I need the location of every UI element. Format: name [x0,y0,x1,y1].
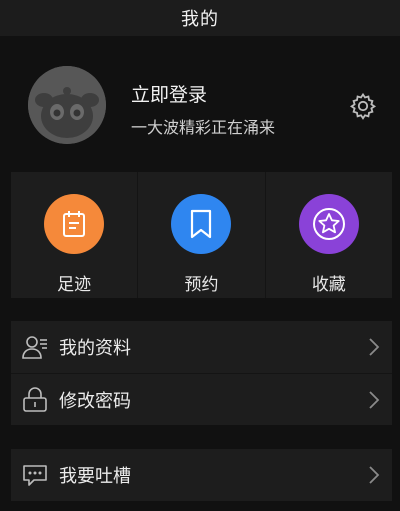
shortcut-reservation[interactable]: 预约 [137,172,264,298]
shortcut-label: 收藏 [311,275,346,295]
account-menu: 我的资料 修改密码 [11,321,392,425]
chevron-right-icon [369,466,380,484]
robot-avatar-icon [28,66,106,144]
avatar[interactable] [28,66,106,144]
menu-item-profile-info[interactable]: 我的资料 [11,321,392,373]
notebook-icon [44,194,105,254]
menu-item-label: 我的资料 [59,338,131,359]
bookmark-icon [171,194,232,254]
star-icon [298,194,359,254]
settings-gear-icon[interactable] [349,92,377,120]
menu-item-label: 我要吐槽 [59,466,131,487]
menu-item-change-password[interactable]: 修改密码 [11,373,392,425]
menu-item-label: 修改密码 [59,390,131,412]
profile-subtitle: 一大波精彩正在涌来 [131,118,276,137]
shortcut-label: 足迹 [57,275,92,295]
lock-icon [23,387,47,412]
page-title: 我的 [181,9,219,30]
shortcut-panel: 足迹 预约 收藏 [11,172,392,298]
chat-bubble-icon [23,465,47,486]
shortcut-footprint[interactable]: 足迹 [11,172,137,298]
chevron-right-icon [369,391,380,409]
login-link[interactable]: 立即登录 [131,80,207,107]
user-profile-icon [22,336,47,359]
shortcut-label: 预约 [184,275,219,295]
chevron-right-icon [369,338,380,356]
top-bar: 我的 [0,0,400,36]
feedback-menu: 我要吐槽 [11,449,392,501]
menu-item-feedback[interactable]: 我要吐槽 [11,449,392,501]
profile-header[interactable]: 立即登录 一大波精彩正在涌来 [0,40,400,170]
shortcut-favorites[interactable]: 收藏 [264,172,392,298]
